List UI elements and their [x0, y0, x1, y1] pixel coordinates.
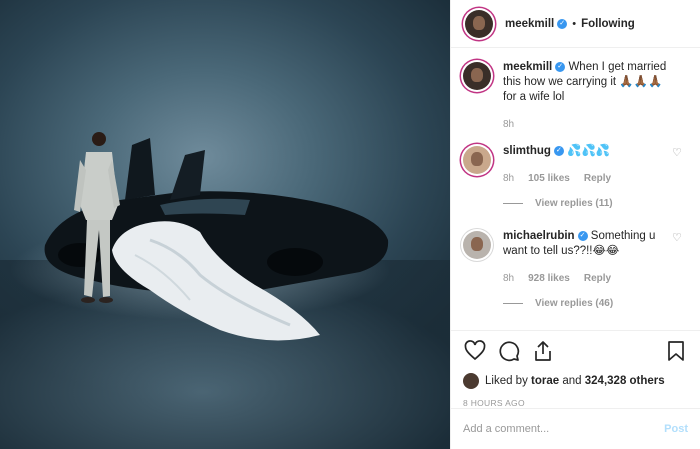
verified-icon: ✓: [557, 18, 568, 29]
comment-time: 8h: [503, 173, 515, 184]
liked-by: Liked by torae and 324,328 others: [463, 373, 688, 389]
liked-by-user[interactable]: torae: [531, 375, 559, 387]
comment-likes[interactable]: 105 likes: [528, 171, 570, 186]
post-button[interactable]: Post: [664, 423, 688, 435]
comment-username[interactable]: meekmill: [503, 61, 552, 73]
author-avatar[interactable]: [465, 9, 493, 38]
comment-like-heart-icon[interactable]: ♡: [672, 148, 682, 159]
liked-by-conj: and: [562, 375, 582, 387]
post-modal: meekmill ✓ • Following meekmill ✓ When I …: [0, 0, 700, 449]
post-sidebar: meekmill ✓ • Following meekmill ✓ When I …: [450, 0, 700, 449]
separator-dot: •: [572, 17, 577, 30]
likes-count[interactable]: 324,328 others: [585, 375, 665, 387]
commenter-avatar[interactable]: [463, 146, 491, 174]
heart-icon[interactable]: [463, 339, 487, 363]
view-replies-label[interactable]: View replies (46): [535, 298, 613, 309]
comment-item: slimthug ✓ 💦💦💦 8h 105 likes Reply ♡: [463, 144, 686, 186]
liker-avatar[interactable]: [463, 373, 479, 389]
author-username[interactable]: meekmill: [505, 18, 554, 30]
caption: meekmill ✓ When I get married this how we…: [463, 60, 686, 132]
post-photo[interactable]: [0, 0, 450, 449]
reply-button[interactable]: Reply: [584, 271, 611, 286]
add-comment-bar: Add a comment... Post: [451, 408, 700, 449]
author-avatar[interactable]: [463, 62, 491, 90]
bookmark-icon[interactable]: [664, 339, 688, 363]
post-timestamp: 8 HOURS AGO: [463, 398, 525, 408]
comment-time: 8h: [503, 273, 515, 284]
post-header: meekmill ✓ • Following: [451, 0, 700, 48]
verified-icon: ✓: [553, 145, 564, 156]
verified-icon: ✓: [577, 230, 588, 241]
comment-icon[interactable]: [497, 339, 521, 363]
following-button[interactable]: Following: [581, 18, 635, 30]
replies-divider: [503, 203, 523, 204]
verified-icon: ✓: [555, 61, 566, 72]
comment-username[interactable]: michaelrubin: [503, 230, 575, 242]
comment-text: 💦💦💦: [567, 145, 611, 157]
view-replies-label[interactable]: View replies (11): [535, 198, 613, 209]
view-replies[interactable]: View replies (11): [503, 198, 686, 209]
post-actions: Liked by torae and 324,328 others 8 HOUR…: [451, 330, 700, 408]
reply-button[interactable]: Reply: [584, 171, 611, 186]
share-icon[interactable]: [531, 339, 555, 363]
comment-input[interactable]: Add a comment...: [463, 423, 664, 435]
comment-username[interactable]: slimthug: [503, 145, 551, 157]
replies-divider: [503, 303, 523, 304]
commenter-avatar[interactable]: [463, 231, 491, 259]
comments-list[interactable]: meekmill ✓ When I get married this how we…: [451, 48, 700, 330]
comment-likes[interactable]: 928 likes: [528, 271, 570, 286]
comment-item: michaelrubin ✓ Something u want to tell u…: [463, 229, 686, 286]
comment-like-heart-icon[interactable]: ♡: [672, 233, 682, 244]
photo-scene: [0, 132, 450, 449]
liked-by-prefix: Liked by: [485, 375, 528, 387]
comment-time: 8h: [503, 119, 515, 130]
view-replies[interactable]: View replies (46): [503, 298, 686, 309]
